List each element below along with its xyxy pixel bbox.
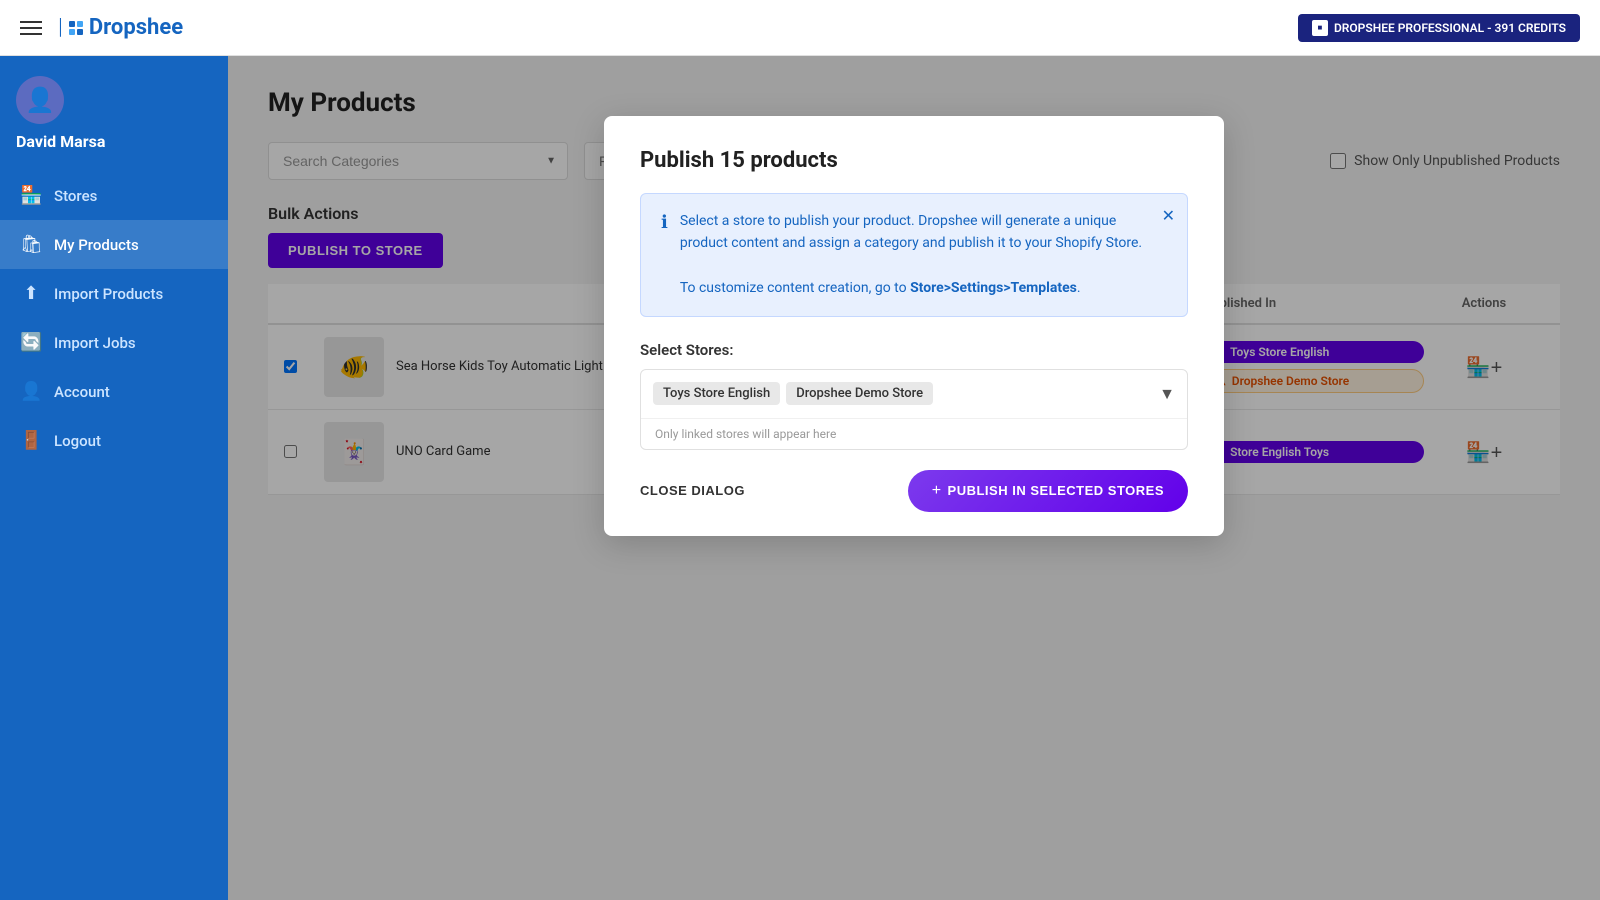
avatar-icon: 👤	[25, 86, 55, 114]
dialog-title: Publish 15 products	[640, 148, 1188, 173]
my-products-icon: 🛍	[20, 234, 42, 255]
sidebar-item-my-products[interactable]: 🛍 My Products	[0, 220, 228, 269]
dialog-footer: CLOSE DIALOG + PUBLISH IN SELECTED STORE…	[604, 450, 1224, 536]
info-box: ℹ Select a store to publish your product…	[640, 193, 1188, 317]
logo-text: Dropshee	[89, 15, 183, 40]
sidebar-item-account[interactable]: 👤 Account	[0, 367, 228, 416]
sidebar-item-label: Stores	[54, 187, 97, 205]
credits-badge: DROPSHEE PROFESSIONAL - 391 CREDITS	[1298, 14, 1580, 42]
plus-icon: +	[932, 482, 942, 500]
sidebar-item-stores[interactable]: 🏪 Stores	[0, 171, 228, 220]
info-text: Select a store to publish your product. …	[680, 210, 1167, 300]
store-select-box: Toys Store English Dropshee Demo Store ▼…	[640, 369, 1188, 450]
store-select-inner[interactable]: Toys Store English Dropshee Demo Store ▼	[641, 370, 1187, 418]
select-stores-label: Select Stores:	[640, 341, 1188, 359]
logo-icon	[69, 21, 83, 35]
store-tag: Dropshee Demo Store	[786, 382, 933, 405]
dropdown-arrow-icon[interactable]: ▼	[1159, 384, 1175, 404]
sidebar-item-label: Import Products	[54, 285, 163, 303]
dialog-overlay: Publish 15 products ℹ Select a store to …	[228, 56, 1600, 900]
sidebar-item-import-jobs[interactable]: 🔄 Import Jobs	[0, 318, 228, 367]
avatar: 👤	[16, 76, 64, 124]
sidebar-item-label: Import Jobs	[54, 334, 136, 352]
hamburger-menu[interactable]	[20, 21, 42, 35]
layout: 👤 David Marsa 🏪 Stores 🛍 My Products ⬆ I…	[0, 56, 1600, 900]
logo: | Dropshee	[58, 15, 183, 40]
sidebar-item-label: Account	[54, 383, 110, 401]
import-jobs-icon: 🔄	[20, 332, 42, 353]
sidebar-item-label: Logout	[54, 432, 101, 450]
main-content: My Products Search Categories ⊞ Show Onl…	[228, 56, 1600, 900]
topbar: | Dropshee DROPSHEE PROFESSIONAL - 391 C…	[0, 0, 1600, 56]
stores-icon: 🏪	[20, 185, 42, 206]
topbar-right: DROPSHEE PROFESSIONAL - 391 CREDITS	[1298, 14, 1580, 42]
logout-icon: 🚪	[20, 430, 42, 451]
publish-selected-label: PUBLISH IN SELECTED STORES	[948, 483, 1164, 498]
account-icon: 👤	[20, 381, 42, 402]
sidebar-item-import-products[interactable]: ⬆ Import Products	[0, 269, 228, 318]
sidebar-item-label: My Products	[54, 236, 139, 254]
sidebar-item-logout[interactable]: 🚪 Logout	[0, 416, 228, 465]
credits-icon	[1312, 20, 1328, 36]
user-section: 👤 David Marsa	[0, 56, 228, 171]
close-dialog-button[interactable]: CLOSE DIALOG	[640, 473, 745, 508]
info-circle-icon: ℹ	[661, 212, 668, 300]
info-text-2: To customize content creation, go to	[680, 280, 907, 296]
publish-dialog: Publish 15 products ℹ Select a store to …	[604, 116, 1224, 536]
sidebar-nav: 🏪 Stores 🛍 My Products ⬆ Import Products…	[0, 171, 228, 465]
info-close-button[interactable]: ✕	[1162, 206, 1175, 226]
credits-label: DROPSHEE PROFESSIONAL - 391 CREDITS	[1334, 21, 1566, 35]
sidebar: 👤 David Marsa 🏪 Stores 🛍 My Products ⬆ I…	[0, 56, 228, 900]
topbar-left: | Dropshee	[20, 15, 183, 40]
store-tag: Toys Store English	[653, 382, 780, 405]
import-products-icon: ⬆	[20, 283, 42, 304]
settings-templates-link[interactable]: Store>Settings>Templates	[910, 280, 1077, 296]
only-linked-text: Only linked stores will appear here	[641, 418, 1187, 449]
dialog-body: Publish 15 products ℹ Select a store to …	[604, 116, 1224, 450]
logo-pipe: |	[58, 15, 63, 40]
info-text-1: Select a store to publish your product. …	[680, 213, 1142, 251]
publish-in-selected-stores-button[interactable]: + PUBLISH IN SELECTED STORES	[908, 470, 1188, 512]
username: David Marsa	[16, 132, 105, 151]
